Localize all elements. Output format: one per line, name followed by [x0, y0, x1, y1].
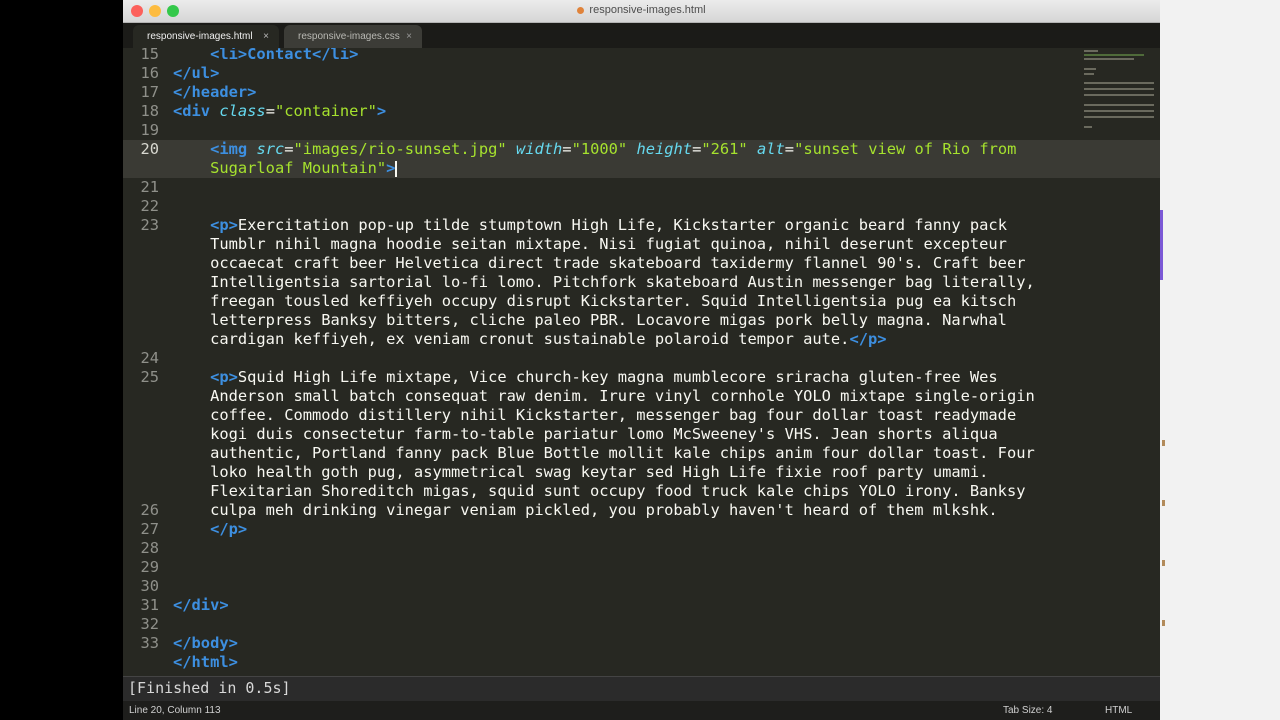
- code-line: </html>: [173, 653, 238, 671]
- title-bar: responsive-images.html: [123, 0, 1160, 23]
- line-number: 26: [140, 501, 159, 519]
- code-line: <div class="container">: [173, 102, 387, 120]
- code-line: authentic, Portland fanny pack Blue Bott…: [210, 444, 1035, 462]
- code-line: Intelligentsia sartorial lo-fi lomo. Pit…: [210, 273, 1035, 291]
- line-number: 28: [140, 539, 159, 557]
- background-window: [1160, 0, 1280, 720]
- line-number: 31: [140, 596, 159, 614]
- line-number: 16: [140, 64, 159, 82]
- code-line: coffee. Commodo distillery nihil Kicksta…: [210, 406, 1017, 424]
- line-number: 20: [140, 140, 159, 158]
- code-line: <img src="images/rio-sunset.jpg" width="…: [210, 140, 1017, 158]
- code-line: cardigan keffiyeh, ex veniam cronut sust…: [210, 330, 887, 348]
- code-line: loko health goth pug, asymmetrical swag …: [210, 463, 989, 481]
- line-number: 23: [140, 216, 159, 234]
- build-output-text: [Finished in 0.5s]: [128, 679, 291, 697]
- line-number: 27: [140, 520, 159, 538]
- line-number: 19: [140, 121, 159, 139]
- code-editor[interactable]: 15 16 17 18 19 20 21 22 23 24 25 26 27 28 29 30 31 32 33 <…: [123, 48, 1160, 675]
- cursor-position: Line 20, Column 113: [129, 705, 221, 716]
- text-cursor: [395, 160, 398, 177]
- close-tab-icon[interactable]: ×: [263, 25, 269, 48]
- line-number: 22: [140, 197, 159, 215]
- line-number: 15: [140, 48, 159, 63]
- tab-bar: responsive-images.html × responsive-imag…: [123, 23, 1160, 48]
- code-line: occaecat craft beer Helvetica direct tra…: [210, 254, 1026, 272]
- tab-responsive-images-css[interactable]: responsive-images.css ×: [284, 25, 422, 48]
- line-number: 30: [140, 577, 159, 595]
- code-line: </div>: [173, 596, 229, 614]
- code-line: kogi duis consectetur farm-to-table pari…: [210, 425, 998, 443]
- line-number: 33: [140, 634, 159, 652]
- code-line: </p>: [210, 520, 248, 538]
- editor-window: responsive-images.html responsive-images…: [123, 0, 1160, 720]
- line-number: 17: [140, 83, 159, 101]
- line-number: 25: [140, 368, 159, 386]
- code-line: culpa meh drinking vinegar veniam pickle…: [210, 501, 998, 519]
- window-title: responsive-images.html: [123, 4, 1160, 16]
- tab-responsive-images-html[interactable]: responsive-images.html ×: [133, 25, 279, 48]
- line-number: 24: [140, 349, 159, 367]
- code-line: </body>: [173, 634, 238, 652]
- minimap[interactable]: [1084, 48, 1156, 130]
- tab-size-indicator[interactable]: Tab Size: 4: [1003, 705, 1052, 716]
- line-number: 18: [140, 102, 159, 120]
- code-line: </header>: [173, 83, 257, 101]
- line-number: 21: [140, 178, 159, 196]
- line-number: 29: [140, 558, 159, 576]
- line-number: 32: [140, 615, 159, 633]
- code-line: Sugarloaf Mountain">: [210, 159, 398, 177]
- code-line: letterpress Banksy bitters, cliche paleo…: [210, 311, 1007, 329]
- code-line: Flexitarian Shoreditch migas, squid sunt…: [210, 482, 1026, 500]
- close-tab-icon[interactable]: ×: [406, 25, 412, 48]
- file-modified-icon: [577, 6, 585, 14]
- build-output-panel: [Finished in 0.5s]: [123, 676, 1160, 701]
- code-line: freegan tousled keffiyeh occupy disrupt …: [210, 292, 1017, 310]
- code-line: <p>Squid High Life mixtape, Vice church-…: [210, 368, 998, 386]
- syntax-indicator[interactable]: HTML: [1105, 705, 1132, 716]
- code-line: </ul>: [173, 64, 220, 82]
- status-bar: Line 20, Column 113 Tab Size: 4 HTML: [123, 701, 1160, 720]
- code-line: Tumblr nihil magna hoodie seitan mixtape…: [210, 235, 1007, 253]
- code-line: <p>Exercitation pop-up tilde stumptown H…: [210, 216, 1007, 234]
- code-line: Anderson small batch consequat raw denim…: [210, 387, 1035, 405]
- code-line: <li>Contact</li>: [210, 48, 359, 63]
